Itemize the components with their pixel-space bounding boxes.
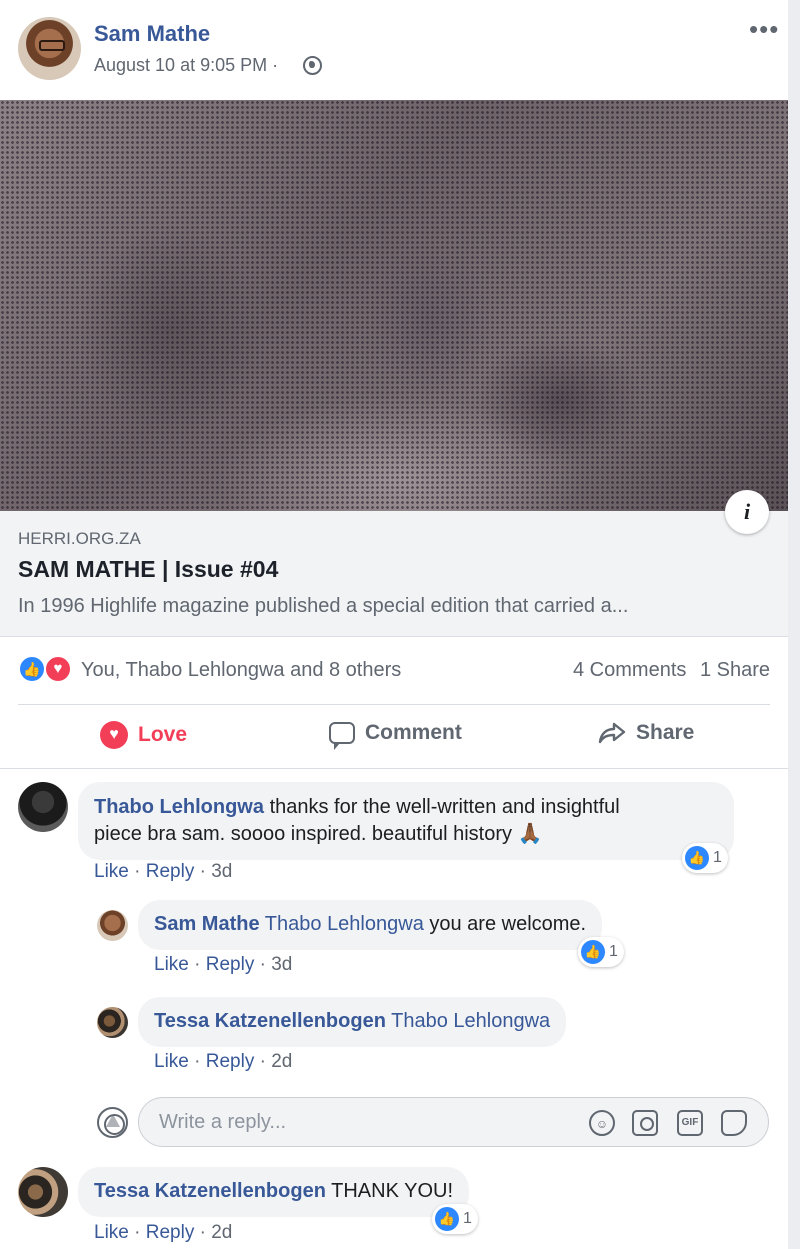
- comment-button[interactable]: Comment: [329, 721, 462, 750]
- like-link[interactable]: Like: [154, 1051, 189, 1072]
- post-timestamp[interactable]: August 10 at 9:05 PM ·: [94, 55, 278, 76]
- link-domain: HERRI.ORG.ZA: [18, 529, 141, 548]
- like-icon: 👍: [435, 1207, 459, 1231]
- like-link[interactable]: Like: [94, 1222, 129, 1243]
- gif-icon[interactable]: GIF: [677, 1110, 703, 1136]
- reply-bubble: Sam Mathe Thabo Lehlongwa you are welcom…: [138, 900, 603, 950]
- reaction-count: 1: [463, 1210, 472, 1227]
- meta-separator: ·: [134, 861, 141, 882]
- love-button[interactable]: ♥ Love: [100, 721, 187, 749]
- meta-separator: ·: [259, 954, 266, 975]
- author-avatar[interactable]: [18, 17, 81, 80]
- reply-link[interactable]: Reply: [206, 954, 255, 975]
- post-header: Sam Mathe August 10 at 9:05 PM · •••: [0, 0, 788, 100]
- share-button[interactable]: Share: [598, 721, 694, 745]
- comment-age[interactable]: 3d: [211, 861, 232, 882]
- commenter-avatar[interactable]: [18, 1167, 68, 1217]
- reply-link[interactable]: Reply: [206, 1051, 255, 1072]
- reply-placeholder: Write a reply...: [159, 1111, 287, 1133]
- meta-separator: ·: [199, 1222, 206, 1243]
- more-options-icon[interactable]: •••: [749, 14, 779, 45]
- comment-meta: Like · Reply · 3d: [94, 861, 232, 883]
- reactions-summary: 👍 ♥ You, Thabo Lehlongwa and 8 others 4 …: [18, 655, 770, 685]
- reply-text: you are welcome.: [429, 913, 587, 935]
- camera-icon[interactable]: [632, 1110, 658, 1136]
- comment-author[interactable]: Thabo Lehlongwa: [94, 796, 264, 818]
- timestamp-separator: ·: [272, 55, 279, 75]
- reply-meta: Like · Reply · 2d: [154, 1051, 292, 1073]
- reply-mention[interactable]: Thabo Lehlongwa: [391, 1010, 550, 1032]
- love-icon: ♥: [44, 655, 72, 683]
- comment-bubble: Tessa Katzenellenbogen THANK YOU!: [78, 1167, 469, 1217]
- commenter-avatar[interactable]: [18, 782, 68, 832]
- reaction-count: 1: [713, 849, 722, 866]
- link-description: In 1996 Highlife magazine published a sp…: [18, 595, 629, 617]
- comment-meta: Like · Reply · 2d: [94, 1222, 232, 1244]
- meta-separator: ·: [199, 861, 206, 882]
- action-bar: ♥ Love Comment Share: [18, 705, 770, 767]
- share-icon: [598, 721, 626, 745]
- love-label: Love: [138, 723, 188, 746]
- reactors-list[interactable]: You, Thabo Lehlongwa and 8 others: [81, 659, 401, 682]
- link-preview-image[interactable]: [0, 100, 788, 511]
- comment-reaction-badge[interactable]: 👍 1: [682, 843, 728, 873]
- reply-author[interactable]: Tessa Katzenellenbogen: [154, 1010, 386, 1032]
- reply-input[interactable]: Write a reply... ☺ GIF: [138, 1097, 769, 1147]
- meta-separator: ·: [194, 1051, 201, 1072]
- reply-link[interactable]: Reply: [146, 1222, 195, 1243]
- scrollbar[interactable]: [788, 0, 800, 1249]
- like-icon: 👍: [18, 655, 46, 683]
- reply-author[interactable]: Sam Mathe: [154, 913, 260, 935]
- comment-reaction-badge[interactable]: 👍 1: [432, 1204, 478, 1234]
- reaction-count: 1: [609, 943, 618, 960]
- info-icon[interactable]: i: [725, 490, 769, 534]
- reply-link[interactable]: Reply: [146, 861, 195, 882]
- comment-label: Comment: [365, 721, 462, 744]
- reply-bubble: Tessa Katzenellenbogen Thabo Lehlongwa: [138, 997, 567, 1047]
- like-link[interactable]: Like: [154, 954, 189, 975]
- reply-mention[interactable]: Thabo Lehlongwa: [265, 913, 424, 935]
- like-icon: 👍: [685, 846, 709, 870]
- comment-bubble: Thabo Lehlongwa thanks for the well-writ…: [78, 782, 734, 860]
- heart-icon: ♥: [100, 721, 128, 749]
- comment-text: THANK YOU!: [331, 1180, 453, 1202]
- author-name[interactable]: Sam Mathe: [94, 21, 210, 47]
- like-icon: 👍: [581, 940, 605, 964]
- reply-meta: Like · Reply · 3d: [154, 954, 292, 976]
- reply-age[interactable]: 3d: [271, 954, 292, 975]
- link-preview[interactable]: HERRI.ORG.ZA SAM MATHE | Issue #04 In 19…: [0, 511, 788, 637]
- comment-author[interactable]: Tessa Katzenellenbogen: [94, 1180, 326, 1202]
- reply-author-avatar[interactable]: [97, 1007, 128, 1038]
- emoji-icon[interactable]: ☺: [589, 1110, 615, 1136]
- comments-count[interactable]: 4 Comments: [573, 659, 686, 681]
- like-link[interactable]: Like: [94, 861, 129, 882]
- globe-icon[interactable]: [303, 56, 322, 75]
- comment-text-line2: piece bra sam. soooo inspired. beautiful…: [94, 823, 543, 845]
- meta-separator: ·: [194, 954, 201, 975]
- comment-icon: [329, 722, 355, 750]
- share-label: Share: [636, 721, 695, 744]
- engagement-counts: 4 Comments 1 Share: [565, 659, 770, 682]
- reply-reaction-badge[interactable]: 👍 1: [578, 937, 624, 967]
- meta-separator: ·: [134, 1222, 141, 1243]
- current-user-avatar-icon: [97, 1107, 128, 1138]
- shares-count[interactable]: 1 Share: [700, 659, 770, 681]
- meta-separator: ·: [259, 1051, 266, 1072]
- sticker-icon[interactable]: [721, 1110, 747, 1136]
- reply-author-avatar[interactable]: [97, 910, 128, 941]
- timestamp-text[interactable]: August 10 at 9:05 PM: [94, 55, 267, 75]
- comment-text-line1: thanks for the well-written and insightf…: [269, 796, 620, 818]
- link-title[interactable]: SAM MATHE | Issue #04: [18, 556, 278, 583]
- reply-age[interactable]: 2d: [271, 1051, 292, 1072]
- comment-age[interactable]: 2d: [211, 1222, 232, 1243]
